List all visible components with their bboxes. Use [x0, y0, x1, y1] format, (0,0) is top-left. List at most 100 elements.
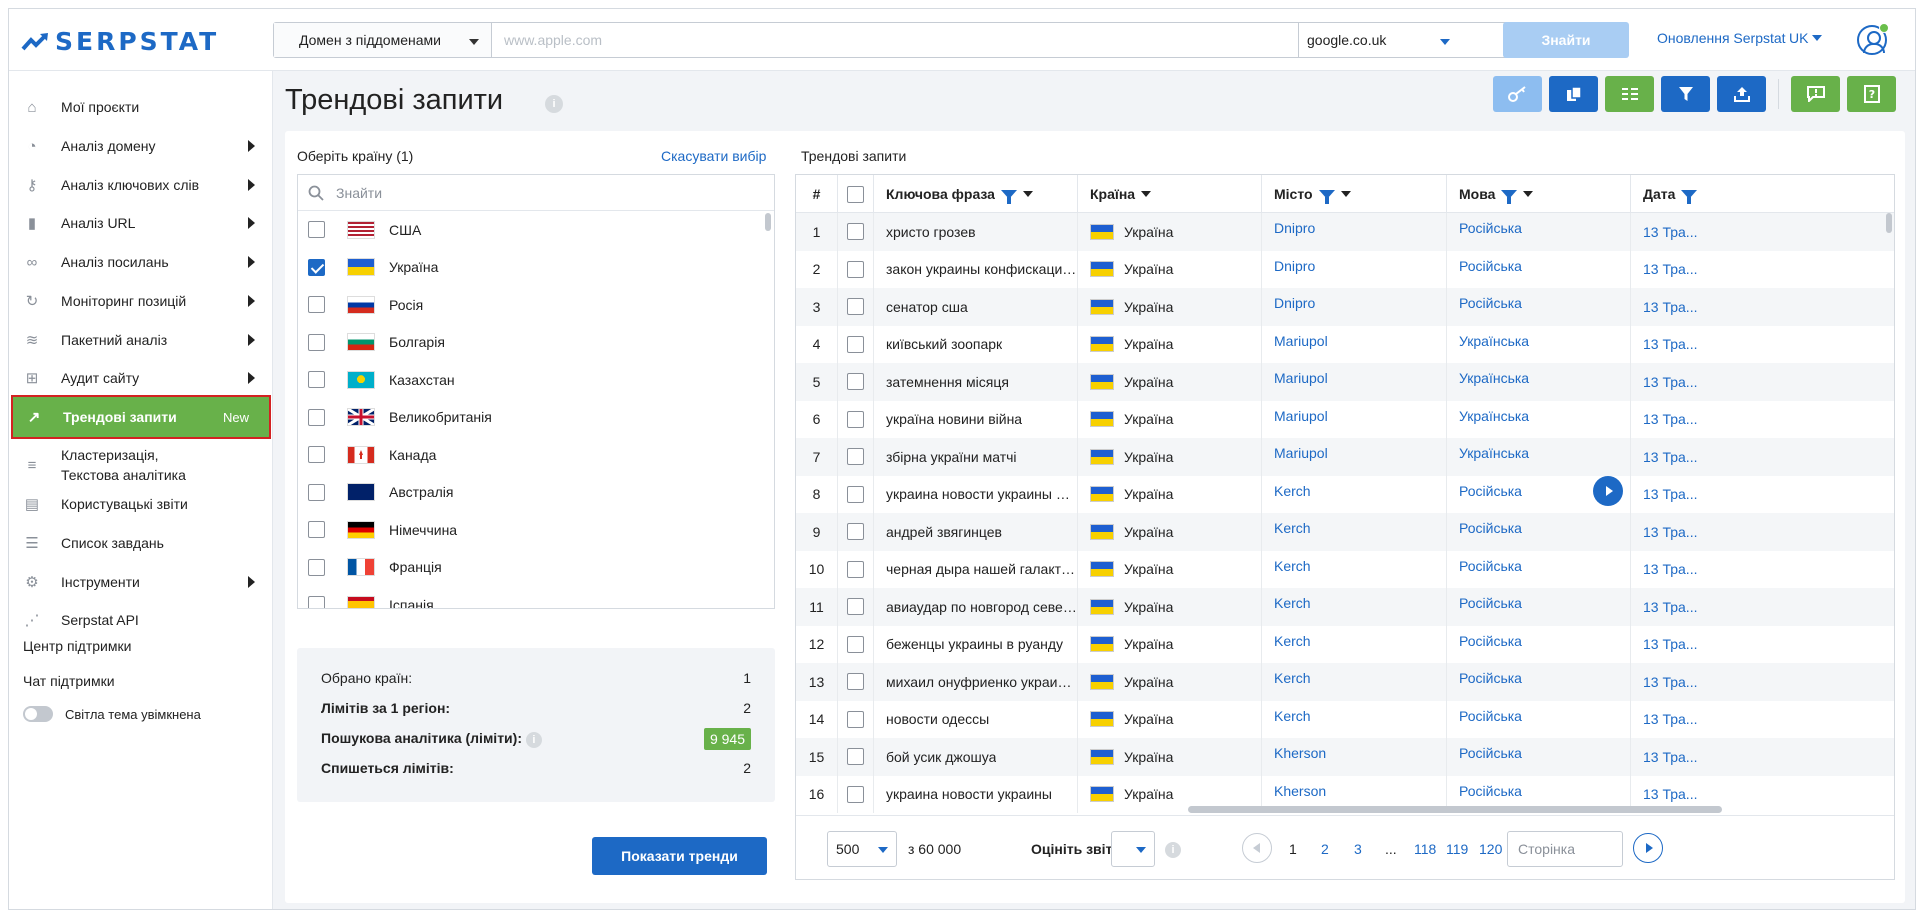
date-link[interactable]: 13 Тра... — [1631, 401, 1751, 439]
country-checkbox[interactable] — [308, 371, 325, 389]
language-link[interactable]: Українська — [1447, 400, 1631, 438]
header-date[interactable]: Дата — [1631, 175, 1751, 213]
sidebar-item-11[interactable]: ☰ Список завдань — [9, 521, 273, 565]
date-link[interactable]: 13 Тра... — [1631, 663, 1751, 701]
key-button[interactable] — [1493, 76, 1542, 112]
country-option[interactable]: Росія — [298, 286, 774, 324]
sidebar-item-5[interactable]: ↻ Моніторинг позицій — [9, 279, 273, 323]
country-option[interactable]: Австралія — [298, 474, 774, 512]
help-button[interactable]: ? — [1847, 76, 1896, 112]
country-option[interactable]: США — [298, 211, 774, 249]
info-icon[interactable]: i — [1165, 842, 1181, 858]
select-all-checkbox[interactable] — [847, 185, 864, 203]
page-link[interactable]: 1 — [1289, 841, 1297, 857]
sort-icon[interactable] — [1340, 191, 1351, 197]
date-link[interactable]: 13 Тра... — [1631, 701, 1751, 739]
sidebar-item-13[interactable]: ⋰ Serpstat API — [9, 598, 273, 642]
row-checkbox[interactable] — [847, 710, 864, 728]
city-link[interactable]: Mariupol — [1262, 400, 1447, 438]
header-language[interactable]: Мова — [1447, 175, 1631, 213]
city-link[interactable]: Kerch — [1262, 588, 1447, 626]
info-icon[interactable]: i — [545, 95, 563, 113]
date-link[interactable]: 13 Тра... — [1631, 363, 1751, 401]
city-link[interactable]: Kherson — [1262, 738, 1447, 776]
country-checkbox[interactable] — [308, 596, 325, 608]
language-link[interactable]: Російська — [1447, 588, 1631, 626]
cancel-selection-link[interactable]: Скасувати вибір — [661, 148, 766, 164]
date-link[interactable]: 13 Тра... — [1631, 251, 1751, 289]
table-horizontal-scrollbar[interactable] — [1188, 806, 1722, 813]
table-vertical-scrollbar[interactable] — [1886, 213, 1892, 233]
city-link[interactable]: Dnipro — [1262, 250, 1447, 288]
columns-button[interactable] — [1605, 76, 1654, 112]
row-checkbox[interactable] — [847, 523, 864, 541]
date-link[interactable]: 13 Тра... — [1631, 626, 1751, 664]
country-option[interactable]: Німеччина — [298, 511, 774, 549]
sidebar-item-10[interactable]: ▤ Користувацькі звіти — [9, 482, 273, 526]
country-option[interactable]: Україна — [298, 249, 774, 287]
date-link[interactable]: 13 Тра... — [1631, 438, 1751, 476]
row-checkbox[interactable] — [847, 673, 864, 691]
updates-link[interactable]: Оновлення Serpstat — [1657, 30, 1786, 46]
country-option[interactable]: Великобританія — [298, 399, 774, 437]
country-option[interactable]: Іспанія — [298, 586, 774, 608]
header-city[interactable]: Місто — [1262, 175, 1447, 213]
page-number-input[interactable] — [1507, 831, 1623, 867]
support-center-link[interactable]: Центр підтримки — [23, 638, 131, 654]
sidebar-item-8[interactable]: ↗ Трендові запити New — [11, 395, 271, 439]
sort-icon[interactable] — [1022, 191, 1033, 197]
date-link[interactable]: 13 Тра... — [1631, 476, 1751, 514]
rate-report-select[interactable] — [1111, 831, 1155, 867]
city-link[interactable]: Kerch — [1262, 700, 1447, 738]
row-checkbox[interactable] — [847, 410, 864, 428]
next-page-button[interactable] — [1633, 833, 1663, 863]
country-checkbox[interactable] — [308, 258, 325, 276]
city-link[interactable]: Mariupol — [1262, 325, 1447, 363]
row-checkbox[interactable] — [847, 298, 864, 316]
filter-icon[interactable] — [1501, 189, 1518, 204]
toggle-switch[interactable] — [23, 706, 53, 722]
language-link[interactable]: Українська — [1447, 325, 1631, 363]
city-link[interactable]: Kerch — [1262, 475, 1447, 513]
prev-page-button[interactable] — [1242, 833, 1272, 863]
row-checkbox[interactable] — [847, 448, 864, 466]
row-checkbox[interactable] — [847, 223, 864, 241]
city-link[interactable]: Mariupol — [1262, 438, 1447, 476]
language-link[interactable]: Російська — [1447, 513, 1631, 551]
country-search[interactable]: Знайти — [298, 175, 774, 211]
scroll-columns-right-button[interactable] — [1593, 476, 1623, 506]
country-option[interactable]: Казахстан — [298, 361, 774, 399]
country-checkbox[interactable] — [308, 296, 325, 314]
search-engine-select[interactable]: google.co.uk — [1298, 23, 1460, 57]
language-link[interactable]: Російська — [1447, 250, 1631, 288]
sidebar-item-7[interactable]: ⊞ Аудит сайту — [9, 356, 273, 400]
sidebar-item-0[interactable]: ⌂ Мої проєкти — [9, 85, 273, 129]
filter-icon[interactable] — [1000, 189, 1017, 204]
show-trends-button[interactable]: Показати тренди — [592, 837, 767, 875]
page-link[interactable]: 120 — [1479, 841, 1502, 857]
city-link[interactable]: Kerch — [1262, 550, 1447, 588]
row-checkbox[interactable] — [847, 485, 864, 503]
filter-icon[interactable] — [1681, 189, 1698, 204]
country-checkbox[interactable] — [308, 333, 325, 351]
city-link[interactable]: Kerch — [1262, 625, 1447, 663]
date-link[interactable]: 13 Тра... — [1631, 551, 1751, 589]
country-checkbox[interactable] — [308, 446, 325, 464]
serpstat-logo[interactable]: SERPSTAT — [21, 27, 219, 56]
date-link[interactable]: 13 Тра... — [1631, 288, 1751, 326]
country-checkbox[interactable] — [308, 483, 325, 501]
language-link[interactable]: Російська — [1447, 738, 1631, 776]
city-link[interactable]: Dnipro — [1262, 213, 1447, 251]
feedback-button[interactable] — [1791, 76, 1840, 112]
language-link[interactable]: Російська — [1447, 663, 1631, 701]
sidebar-item-3[interactable]: ▮ Аналіз URL — [9, 201, 273, 245]
country-option[interactable]: Франція — [298, 549, 774, 587]
city-link[interactable]: Dnipro — [1262, 288, 1447, 326]
country-checkbox[interactable] — [308, 408, 325, 426]
sidebar-item-1[interactable]: ◔ Аналіз домену — [9, 124, 273, 168]
copy-button[interactable] — [1549, 76, 1598, 112]
country-checkbox[interactable] — [308, 521, 325, 539]
info-icon[interactable]: i — [525, 731, 542, 748]
row-checkbox[interactable] — [847, 598, 864, 616]
row-checkbox[interactable] — [847, 373, 864, 391]
